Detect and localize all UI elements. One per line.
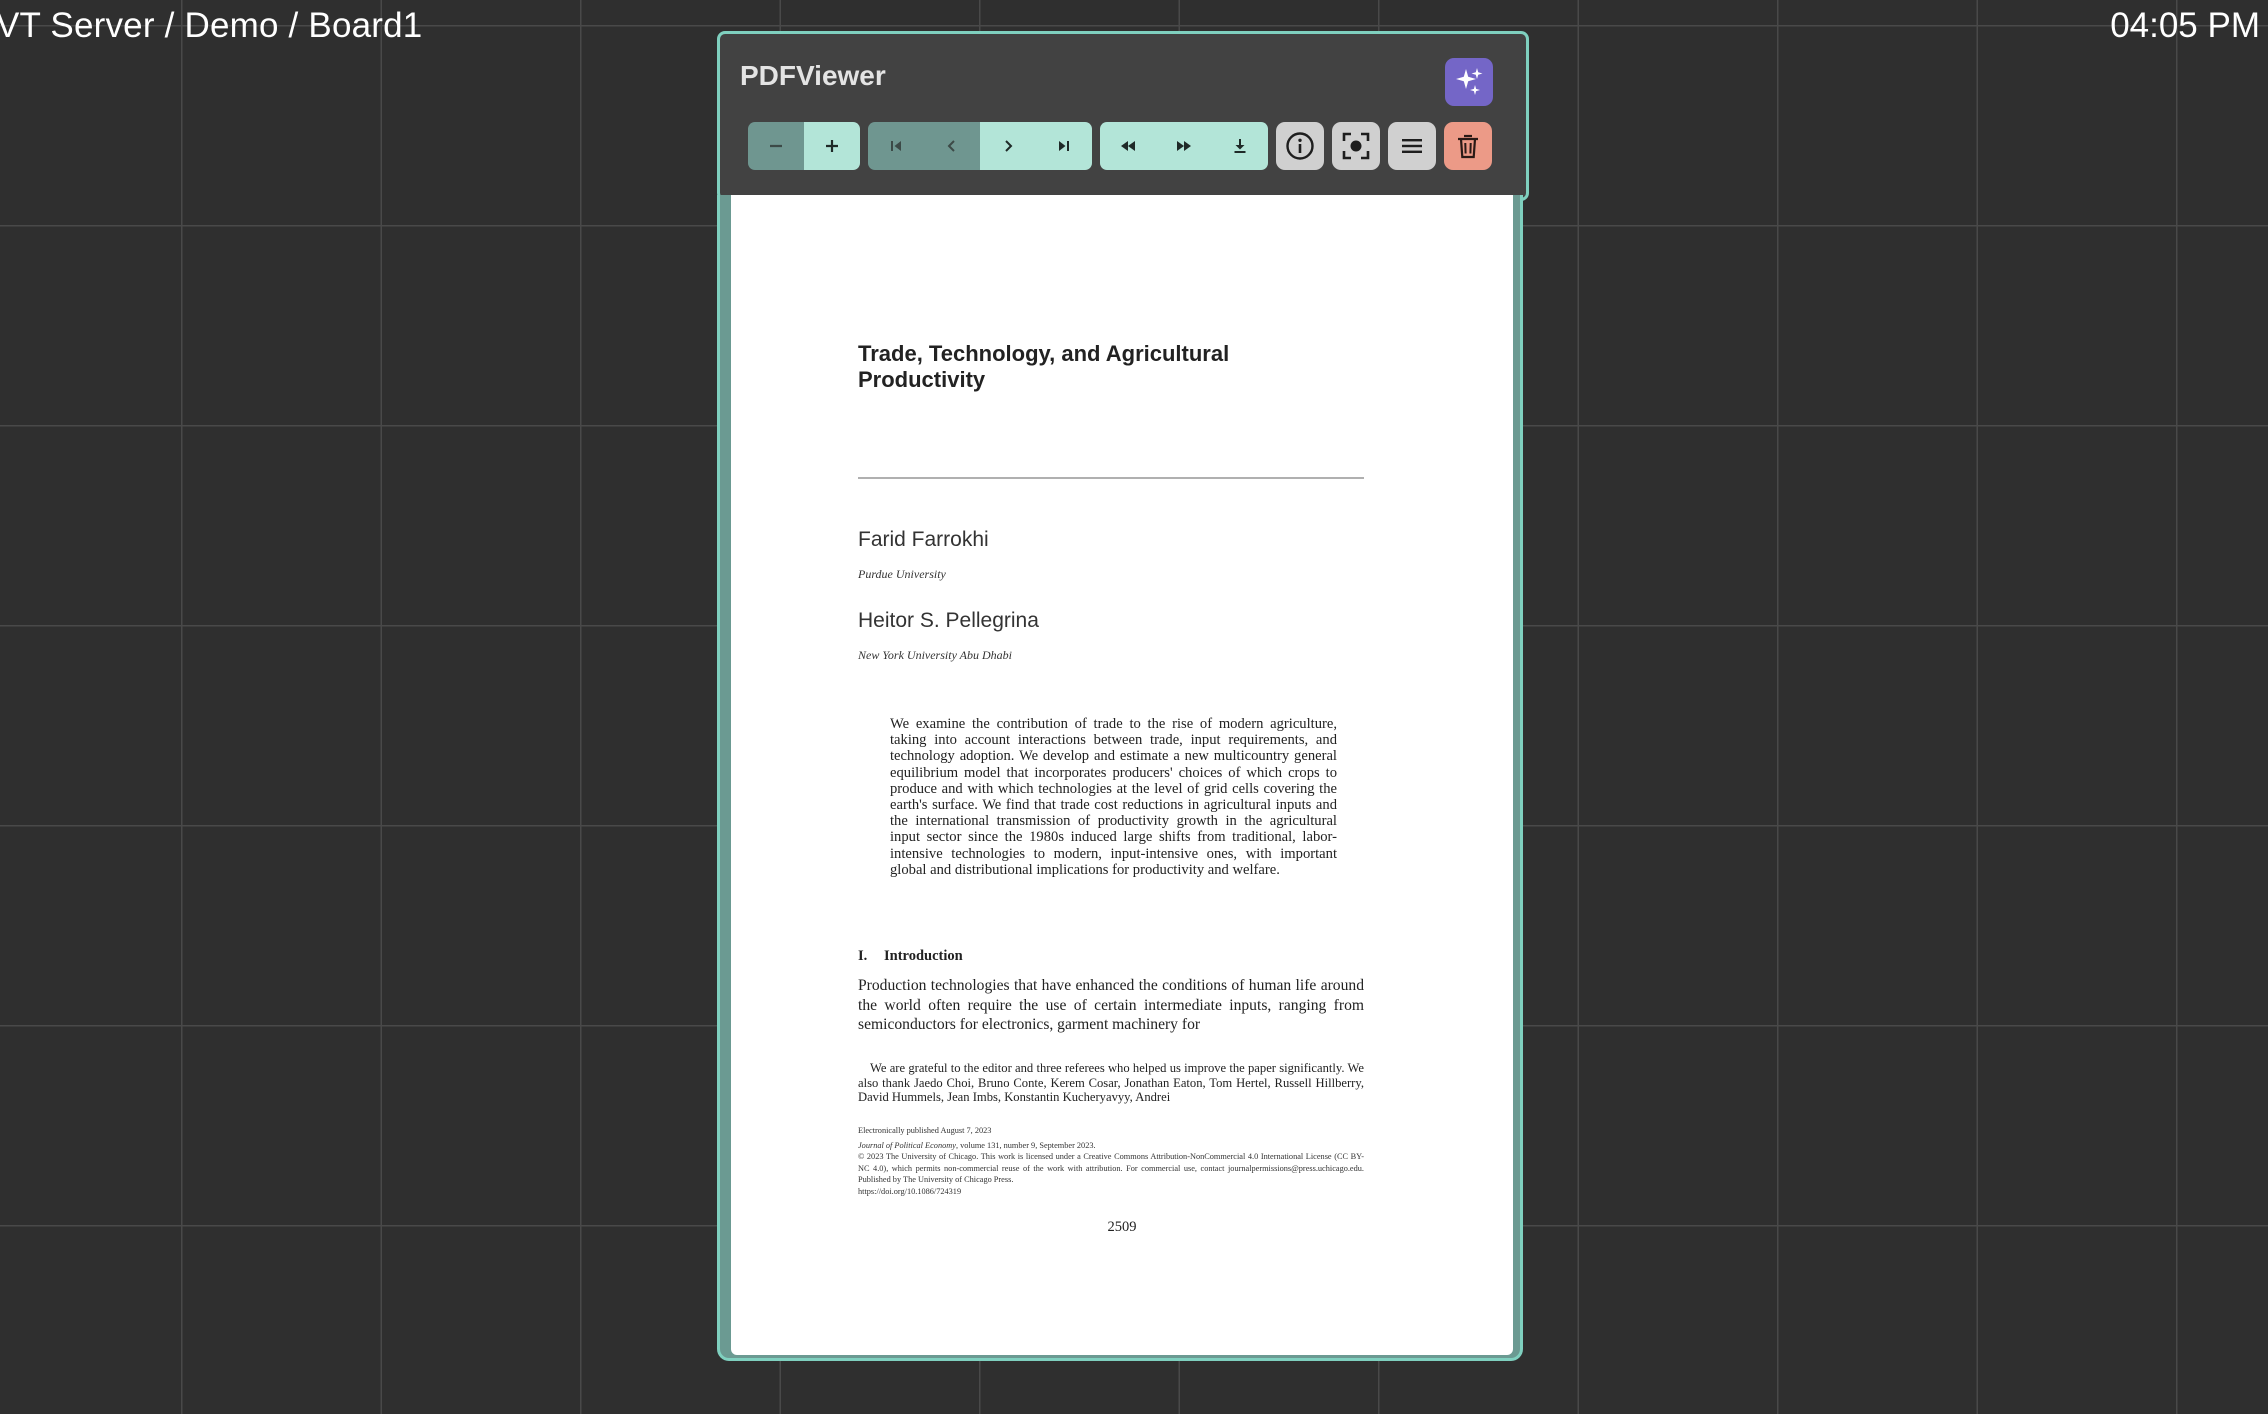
publication-info: Electronically published August 7, 2023 … [858, 1125, 1364, 1197]
journal-citation: Journal of Political Economy, volume 131… [858, 1140, 1364, 1152]
zoom-group [748, 122, 860, 170]
document-frame: Trade, Technology, and Agricultural Prod… [717, 195, 1523, 1361]
skip-to-last-icon [1054, 136, 1074, 156]
board-breadcrumb: VT Server / Demo / Board1 [0, 6, 423, 45]
journal-issue: , volume 131, number 9, September 2023. [955, 1140, 1096, 1150]
journal-name: Journal of Political Economy [858, 1140, 956, 1150]
paper-title: Trade, Technology, and Agricultural Prod… [858, 341, 1230, 392]
info-icon [1284, 130, 1316, 162]
trash-icon [1453, 131, 1483, 161]
author-name: Farid Farrokhi [858, 528, 989, 551]
zoom-out-button[interactable] [748, 122, 804, 170]
page-number: 2509 [1107, 1219, 1137, 1235]
chevron-left-icon [942, 136, 962, 156]
abstract: We examine the contribution of trade to … [890, 716, 1337, 878]
intro-paragraph: Production technologies that have enhanc… [858, 977, 1364, 1033]
app-titlebar[interactable]: PDFViewer [717, 31, 1529, 201]
plus-icon [822, 136, 842, 156]
section-number: I. [858, 948, 868, 964]
previous-page-button[interactable] [924, 122, 980, 170]
fast-forward-button[interactable] [1156, 122, 1212, 170]
clock: 04:05 PM [2110, 6, 2260, 45]
rewind-button[interactable] [1100, 122, 1156, 170]
last-page-button[interactable] [1036, 122, 1092, 170]
section-heading: I. Introduction [858, 948, 963, 965]
screenshot-button[interactable] [1332, 122, 1380, 170]
acknowledgments-footnote: We are grateful to the editor and three … [858, 1061, 1364, 1104]
delete-button[interactable] [1444, 122, 1492, 170]
skip-to-first-icon [886, 136, 906, 156]
license-text: © 2023 The University of Chicago. This w… [858, 1152, 1364, 1184]
download-icon [1230, 136, 1250, 156]
title-divider [858, 477, 1364, 479]
capture-icon [1340, 130, 1372, 162]
info-button[interactable] [1276, 122, 1324, 170]
chevron-right-icon [998, 136, 1018, 156]
minus-icon [766, 136, 786, 156]
author-name: Heitor S. Pellegrina [858, 609, 1039, 632]
menu-icon [1399, 133, 1425, 159]
pdf-viewer-window: PDFViewer Trade, Technology, and Agricul… [717, 31, 1529, 1368]
menu-button[interactable] [1388, 122, 1436, 170]
next-page-button[interactable] [980, 122, 1036, 170]
section-title: Introduction [884, 948, 963, 964]
author-affiliation: Purdue University [858, 567, 946, 581]
zoom-in-button[interactable] [804, 122, 860, 170]
published-date: Electronically published August 7, 2023 [858, 1126, 992, 1135]
fast-forward-icon [1173, 136, 1195, 156]
doi-link[interactable]: https://doi.org/10.1086/724319 [858, 1186, 1364, 1198]
sparkles-icon [1452, 65, 1486, 99]
download-button[interactable] [1212, 122, 1268, 170]
app-title: PDFViewer [740, 60, 886, 91]
seek-download-group [1100, 122, 1268, 170]
rewind-icon [1117, 136, 1139, 156]
ai-assistant-button[interactable] [1445, 58, 1493, 106]
author-affiliation: New York University Abu Dhabi [858, 648, 1013, 662]
pdf-page[interactable]: Trade, Technology, and Agricultural Prod… [731, 195, 1513, 1355]
page-navigation-group [868, 122, 1092, 170]
first-page-button[interactable] [868, 122, 924, 170]
